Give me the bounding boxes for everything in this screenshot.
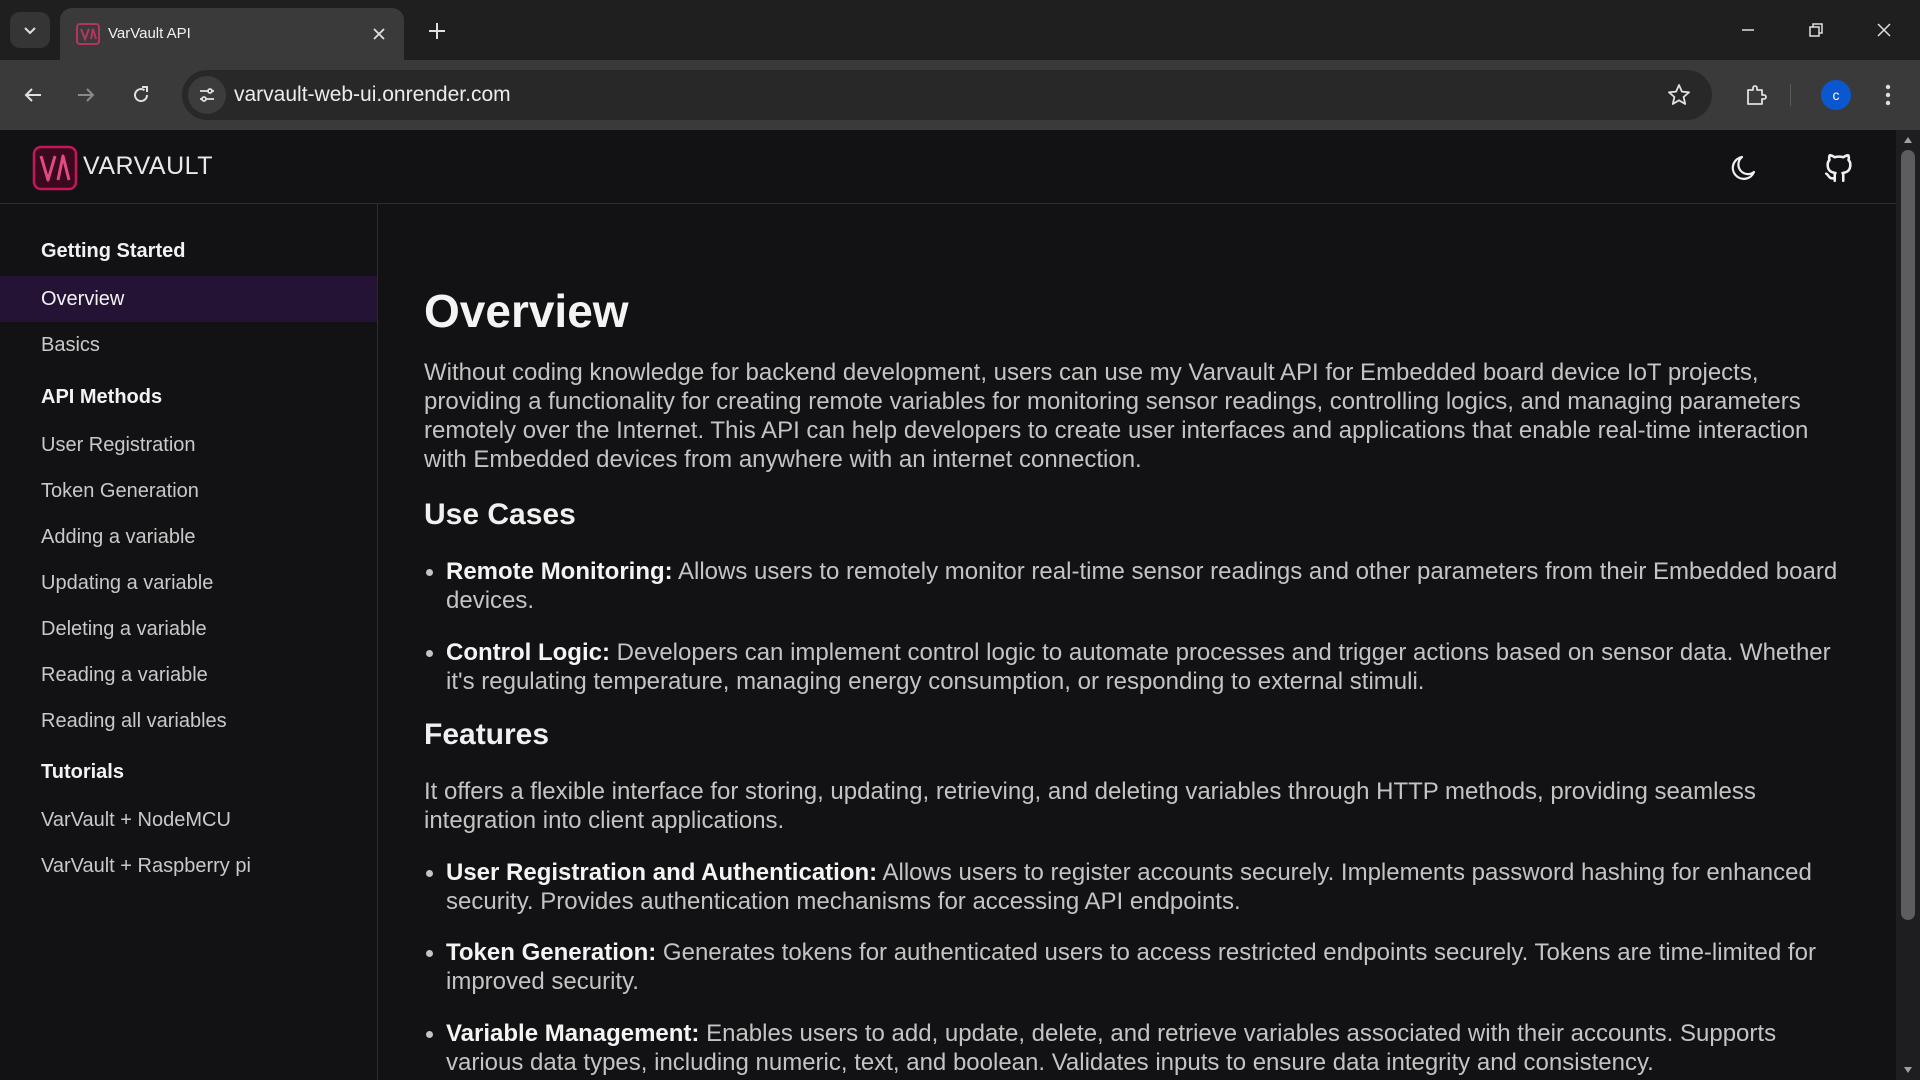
browser-menu-button[interactable]: [1868, 75, 1908, 115]
list-item-text: Developers can implement control logic t…: [446, 639, 1831, 695]
page-scrollbar[interactable]: [1896, 130, 1920, 1080]
page-title: Overview: [424, 285, 629, 337]
sidebar-item-nodemcu[interactable]: VarVault + NodeMCU: [0, 797, 377, 843]
chevron-down-icon: [24, 27, 36, 35]
site-header: VARVAULT: [0, 130, 1896, 204]
minimize-button[interactable]: [1722, 8, 1774, 52]
site-info-button[interactable]: [188, 76, 226, 114]
list-item-term: Control Logic:: [446, 639, 610, 666]
list-item-term: User Registration and Authentication:: [446, 859, 878, 886]
plus-icon: [429, 23, 445, 39]
varvault-logo-icon[interactable]: [32, 145, 78, 191]
kebab-menu-icon: [1885, 84, 1891, 106]
tab-title: VarVault API: [108, 25, 191, 42]
scroll-up-arrow[interactable]: [1902, 134, 1914, 146]
minimize-icon: [1742, 29, 1754, 31]
scroll-down-arrow[interactable]: [1902, 1064, 1914, 1076]
features-heading: Features: [424, 718, 550, 751]
scroll-thumb[interactable]: [1901, 150, 1915, 920]
extensions-button[interactable]: [1736, 75, 1776, 115]
moon-icon: [1731, 155, 1756, 180]
sidebar-item-deleting-variable[interactable]: Deleting a variable: [0, 606, 377, 652]
window-close-button[interactable]: [1858, 8, 1910, 52]
star-icon: [1668, 84, 1690, 105]
window-close-icon: [1877, 23, 1891, 37]
features-paragraph: It offers a flexible interface for stori…: [424, 778, 1756, 834]
close-icon: [373, 28, 385, 40]
site-info-icon: [200, 88, 214, 102]
back-icon: [24, 88, 41, 102]
intro-paragraph: Without coding knowledge for backend dev…: [424, 359, 1809, 473]
sidebar-item-token-generation[interactable]: Token Generation: [0, 468, 377, 514]
extensions-icon: [1747, 85, 1767, 105]
back-button[interactable]: [13, 75, 53, 115]
list-item: Remote Monitoring: Allows users to remot…: [426, 557, 1854, 615]
list-item-term: Token Generation:: [446, 939, 657, 966]
section-getting-started: Getting Started: [41, 240, 186, 262]
list-item: Variable Management: Enables users to ad…: [426, 1019, 1854, 1077]
browser-tabstrip: VarVault API: [0, 0, 1920, 60]
bookmark-button[interactable]: [1664, 80, 1694, 110]
theme-toggle-button[interactable]: [1725, 148, 1765, 188]
github-link[interactable]: [1819, 148, 1859, 188]
triangle-up-icon: [1904, 137, 1912, 143]
url-text[interactable]: varvault-web-ui.onrender.com: [234, 70, 511, 120]
docs-sidebar: Getting Started Overview Basics API Meth…: [0, 204, 378, 1080]
browser-tab[interactable]: VarVault API: [60, 8, 404, 60]
list-item: User Registration and Authentication: Al…: [426, 858, 1854, 916]
logo-text[interactable]: VARVAULT: [83, 152, 213, 181]
tab-search-button[interactable]: [10, 12, 50, 48]
list-item-term: Remote Monitoring:: [446, 558, 673, 585]
restore-button[interactable]: [1790, 8, 1842, 52]
sidebar-item-overview[interactable]: Overview: [0, 276, 377, 322]
sidebar-item-basics[interactable]: Basics: [0, 322, 377, 368]
forward-icon: [78, 88, 95, 102]
varvault-favicon-icon: [76, 23, 100, 45]
forward-button[interactable]: [66, 75, 106, 115]
sidebar-item-raspberry-pi[interactable]: VarVault + Raspberry pi: [0, 843, 377, 889]
address-bar[interactable]: varvault-web-ui.onrender.com: [182, 70, 1712, 120]
use-cases-heading: Use Cases: [424, 498, 576, 531]
sidebar-item-adding-variable[interactable]: Adding a variable: [0, 514, 377, 560]
web-page: VARVAULT Getting Started Overview Basics…: [0, 130, 1896, 1080]
reload-button[interactable]: [121, 75, 161, 115]
section-tutorials: Tutorials: [41, 761, 124, 783]
list-item: Token Generation: Generates tokens for a…: [426, 938, 1854, 996]
restore-icon: [1809, 23, 1823, 37]
sidebar-item-updating-variable[interactable]: Updating a variable: [0, 560, 377, 606]
sidebar-item-user-registration[interactable]: User Registration: [0, 422, 377, 468]
browser-toolbar: varvault-web-ui.onrender.com c: [0, 60, 1920, 130]
list-item: Control Logic: Developers can implement …: [426, 638, 1854, 696]
profile-avatar[interactable]: c: [1821, 80, 1851, 110]
sidebar-item-reading-all-variables[interactable]: Reading all variables: [0, 698, 377, 744]
list-item-term: Variable Management:: [446, 1020, 700, 1047]
new-tab-button[interactable]: [420, 14, 454, 48]
toolbar-separator: [1790, 84, 1791, 106]
sidebar-item-reading-variable[interactable]: Reading a variable: [0, 652, 377, 698]
reload-icon: [134, 86, 149, 103]
github-icon: [1824, 154, 1852, 183]
section-api-methods: API Methods: [41, 386, 163, 408]
tab-close-button[interactable]: [368, 23, 390, 45]
triangle-down-icon: [1904, 1067, 1912, 1073]
